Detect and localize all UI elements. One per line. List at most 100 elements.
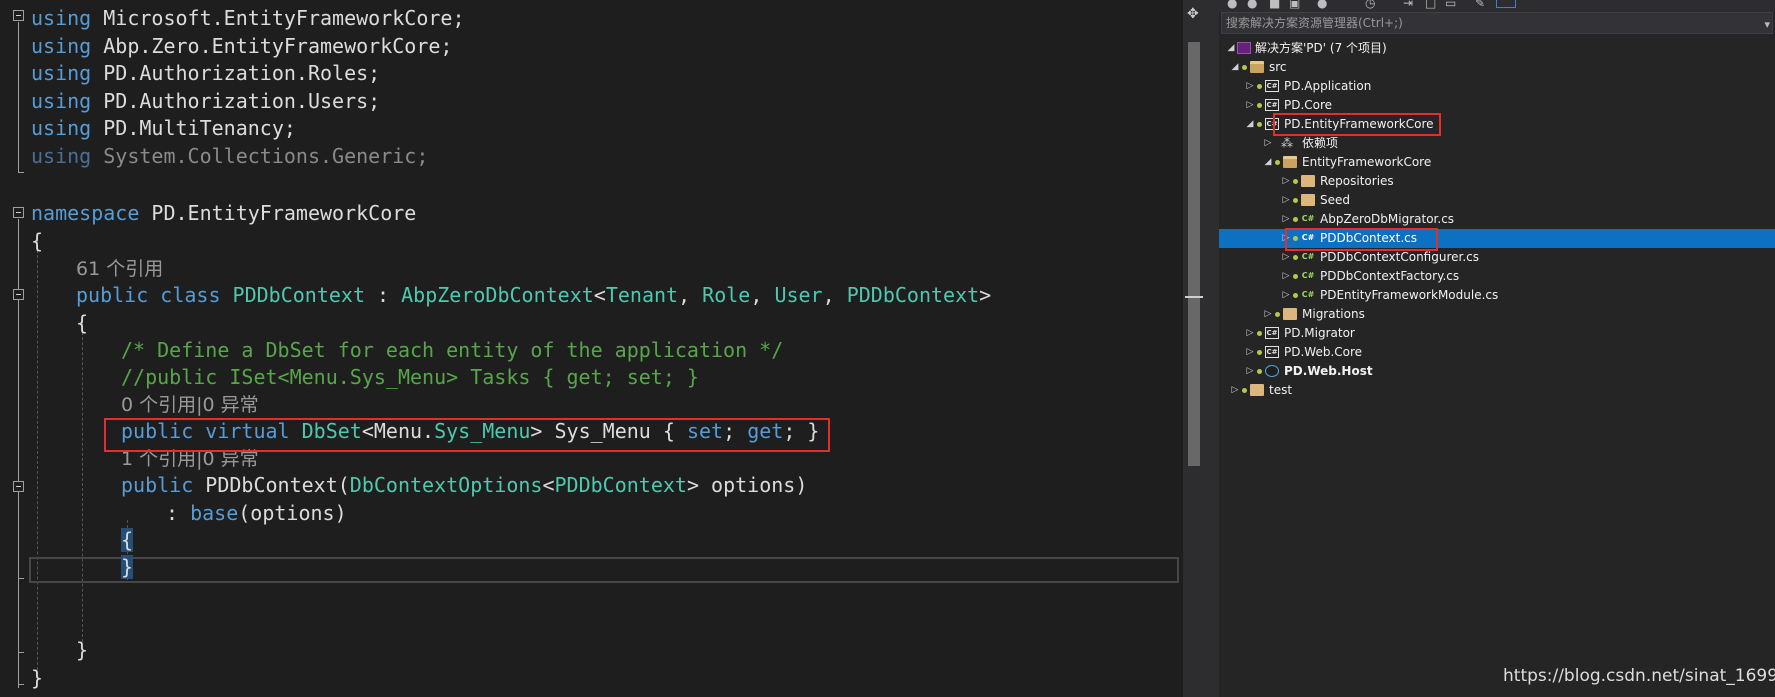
code-line-class-close[interactable]: } [76, 637, 88, 663]
collapsed-arrow-icon[interactable]: ▷ [1281, 267, 1291, 286]
expanded-arrow-icon[interactable]: ◢ [1245, 115, 1255, 134]
code-line-using-1[interactable]: using Microsoft.EntityFrameworkCore; [31, 5, 465, 31]
collapsed-arrow-icon[interactable]: ▷ [1281, 191, 1291, 210]
tree-item-ef-folder[interactable]: ◢ EntityFrameworkCore [1219, 153, 1775, 172]
status-dot-icon [1242, 65, 1247, 70]
outline-tick [18, 578, 24, 579]
scroll-position-marker [1185, 296, 1203, 298]
collapsed-arrow-icon[interactable]: ▷ [1263, 305, 1273, 324]
collapsed-arrow-icon[interactable]: ▷ [1263, 134, 1273, 153]
codelens-text: 61 个引用 [76, 258, 164, 280]
code-line-comment-2[interactable]: //public ISet<Menu.Sys_Menu> Tasks { get… [121, 364, 699, 390]
expanded-arrow-icon[interactable]: ◢ [1263, 153, 1273, 172]
keyword: public class [76, 283, 233, 307]
punct: < [542, 473, 555, 497]
tree-label: src [1269, 60, 1287, 74]
code-editor[interactable]: using Microsoft.EntityFrameworkCore; usi… [0, 0, 1183, 697]
expanded-arrow-icon[interactable]: ◢ [1230, 58, 1240, 77]
split-editor-icon[interactable]: ✥ [1187, 6, 1199, 22]
collapse-class-toggle[interactable] [13, 289, 24, 300]
tree-item-dependencies[interactable]: ▷ ⁂ 依赖项 [1219, 134, 1775, 153]
keyword: using [31, 116, 92, 140]
code-line-class-decl[interactable]: public class PDDbContext : AbpZeroDbCont… [76, 282, 991, 308]
collapse-icon[interactable]: ⇥ [1403, 0, 1413, 10]
history-icon[interactable]: ◷ [1365, 0, 1375, 10]
collapsed-arrow-icon[interactable]: ▷ [1245, 96, 1255, 115]
settings-icon[interactable]: ✎ [1475, 0, 1485, 10]
code-line-using-2[interactable]: using Abp.Zero.EntityFrameworkCore; [31, 33, 452, 59]
collapse-namespace-toggle[interactable] [13, 207, 24, 218]
collapsed-arrow-icon[interactable]: ▷ [1245, 324, 1255, 343]
code-line-using-3[interactable]: using PD.Authorization.Roles; [31, 60, 380, 86]
outlining-margin [0, 0, 30, 697]
tree-item-src[interactable]: ◢ src [1219, 58, 1775, 77]
outline-tick [18, 652, 24, 653]
tree-item-migrations[interactable]: ▷ Migrations [1219, 305, 1775, 324]
scrollbar-thumb[interactable] [1188, 42, 1200, 466]
folder-icon [1250, 61, 1264, 73]
expanded-arrow-icon[interactable]: ◢ [1226, 39, 1236, 58]
code-line-comment-1[interactable]: /* Define a DbSet for each entity of the… [121, 337, 783, 363]
indent-guide [82, 322, 83, 642]
tree-item-pddbcontextfactory[interactable]: ▷ C# PDDbContextFactory.cs [1219, 267, 1775, 286]
tree-item-repositories[interactable]: ▷ Repositories [1219, 172, 1775, 191]
code-line-ns-close[interactable]: } [31, 665, 43, 691]
type-param: Tenant [605, 283, 679, 307]
code-line-ctor[interactable]: public PDDbContext(DbContextOptions<PDDb… [121, 472, 807, 498]
codelens-text: 0 个引用|0 异常 [121, 394, 259, 416]
folder-icon [1283, 308, 1297, 320]
forward-icon[interactable]: ● [1247, 0, 1257, 10]
tree-item-solution[interactable]: ◢ 解决方案'PD' (7 个项目) [1219, 39, 1775, 58]
code-line-ns-open[interactable]: { [31, 228, 43, 254]
tree-label: Migrations [1302, 307, 1365, 321]
tree-label: EntityFrameworkCore [1302, 155, 1432, 169]
csproj-icon: C# [1265, 99, 1279, 111]
search-explorer-input[interactable]: 搜索解决方案资源管理器(Ctrl+;) ▾ [1221, 12, 1773, 34]
tree-item-abpzerodbmigrator[interactable]: ▷ C# AbpZeroDbMigrator.cs [1219, 210, 1775, 229]
panel-splitter[interactable] [1205, 0, 1219, 697]
preview-toggle-button[interactable] [1496, 0, 1516, 8]
tree-label: PDDbContextFactory.cs [1320, 269, 1460, 283]
collapse-icon[interactable]: □ [1425, 0, 1436, 10]
code-line-ctor-close[interactable]: } [121, 554, 134, 580]
collapsed-arrow-icon[interactable]: ▷ [1281, 172, 1291, 191]
code-line-namespace[interactable]: namespace PD.EntityFrameworkCore [31, 200, 416, 226]
collapsed-arrow-icon[interactable]: ▷ [1281, 210, 1291, 229]
tree-item-pd-application[interactable]: ▷ C# PD.Application [1219, 77, 1775, 96]
tree-item-pd-web-host[interactable]: ▷ PD.Web.Host [1219, 362, 1775, 381]
collapsed-arrow-icon[interactable]: ▷ [1245, 362, 1255, 381]
collapsed-arrow-icon[interactable]: ▷ [1281, 286, 1291, 305]
code-line-base-call[interactable]: : base(options) [166, 500, 347, 526]
collapse-usings-toggle[interactable] [13, 10, 24, 21]
search-icon[interactable]: ▾ [1764, 15, 1770, 35]
code-line-using-6[interactable]: using System.Collections.Generic; [31, 143, 428, 169]
collapse-icon[interactable]: ▭ [1445, 0, 1456, 10]
sync-icon[interactable]: ▣ [1289, 0, 1300, 10]
tree-item-pd-migrator[interactable]: ▷ C# PD.Migrator [1219, 324, 1775, 343]
code-line-class-open[interactable]: { [76, 310, 88, 336]
csharp-file-icon: C# [1301, 252, 1315, 261]
status-dot-icon [1257, 369, 1262, 374]
collapsed-arrow-icon[interactable]: ▷ [1245, 77, 1255, 96]
codelens-prop-refs[interactable]: 0 个引用|0 异常 [121, 391, 259, 417]
back-icon[interactable]: ● [1227, 0, 1237, 10]
brace: } [31, 666, 44, 690]
tree-item-test[interactable]: ▷ test [1219, 381, 1775, 400]
tree-item-pdentityframeworkmodule[interactable]: ▷ C# PDEntityFrameworkModule.cs [1219, 286, 1775, 305]
namespace-text: Abp.Zero.EntityFrameworkCore; [91, 34, 453, 58]
collapsed-arrow-icon[interactable]: ▷ [1245, 343, 1255, 362]
code-line-ctor-open[interactable]: { [121, 527, 134, 553]
csproj-icon: C# [1265, 346, 1279, 358]
editor-vertical-scrollbar[interactable]: ✥ [1183, 0, 1205, 697]
collapsed-arrow-icon[interactable]: ▷ [1230, 381, 1240, 400]
keyword: base [190, 501, 239, 525]
codelens-class-refs[interactable]: 61 个引用 [76, 255, 163, 281]
history-icon[interactable]: ● [1317, 0, 1327, 10]
code-line-using-5[interactable]: using PD.MultiTenancy; [31, 115, 296, 141]
home-icon[interactable]: ■ [1269, 0, 1280, 10]
tree-item-pd-web-core[interactable]: ▷ C# PD.Web.Core [1219, 343, 1775, 362]
code-line-using-4[interactable]: using PD.Authorization.Users; [31, 88, 380, 114]
annotation-file-box [1285, 228, 1438, 251]
tree-item-seed[interactable]: ▷ Seed [1219, 191, 1775, 210]
collapse-ctor-toggle[interactable] [13, 481, 24, 492]
